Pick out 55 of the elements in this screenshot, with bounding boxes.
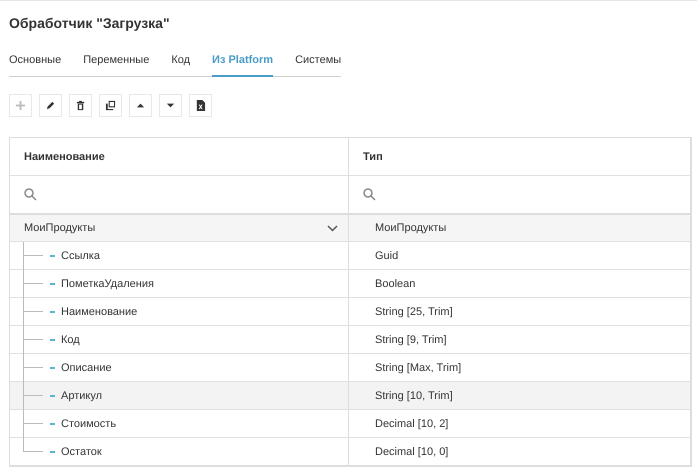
table-cell: МоиПродукты [375,222,446,234]
table-row[interactable]: Остаток Decimal [10, 0] [10,438,691,466]
toolbar-button[interactable] [189,94,212,117]
search-icon [363,188,376,201]
tree-node[interactable]: Код [61,334,80,346]
table-cell: String [25, Trim] [375,306,453,318]
table-cell: String [9, Trim] [375,334,447,346]
table-cell: Decimal [10, 2] [375,418,448,430]
tree-node[interactable]: Остаток [61,446,102,458]
table-cell: Decimal [10, 0] [375,446,448,458]
tab[interactable]: Переменные [83,54,150,77]
tree-node[interactable]: ПометкаУдаления [61,278,154,290]
dash-icon [50,310,55,312]
toolbar-button[interactable] [69,94,92,117]
toolbar-button[interactable] [99,94,122,117]
tree-node[interactable]: МоиПродукты [24,222,96,234]
plus-icon [15,100,26,111]
table-row[interactable]: Наименование String [25, Trim] [10,298,691,326]
tab[interactable]: Основные [9,54,62,77]
tab[interactable]: Код [171,54,190,77]
table-cell: String [10, Trim] [375,390,453,402]
table-row[interactable]: Ссылка Guid [10,242,691,270]
toolbar-button[interactable] [159,94,182,117]
table-row[interactable]: Артикул String [10, Trim] [10,382,691,410]
copy-icon [105,100,116,111]
column-header: Тип [363,150,383,162]
table-row[interactable]: ПометкаУдаления Boolean [10,270,691,298]
dash-icon [50,450,55,452]
table-row[interactable]: Описание String [Max, Trim] [10,354,691,382]
toolbar-button[interactable] [129,94,152,117]
tree-node[interactable]: Артикул [61,390,102,402]
tree-node[interactable]: Описание [61,362,112,374]
chevron-icon[interactable] [327,224,338,232]
tab[interactable]: Системы [295,54,342,77]
dash-icon [50,282,55,284]
table-row[interactable]: Стоимость Decimal [10, 2] [10,410,691,438]
tree-node[interactable]: Ссылка [61,250,100,262]
search-icon [24,188,37,201]
excel-file-icon [195,100,206,111]
pencil-icon [45,100,56,111]
table-cell: Guid [375,250,398,262]
tree-node[interactable]: Наименование [61,306,138,318]
tree-node[interactable]: Стоимость [61,418,116,430]
dash-icon [50,422,55,424]
column-header: Наименование [24,150,105,162]
dash-icon [50,254,55,256]
table-row[interactable]: Код String [9, Trim] [10,326,691,354]
dash-icon [50,338,55,340]
dash-icon [50,366,55,368]
table-cell: String [Max, Trim] [375,362,462,374]
table-cell: Boolean [375,278,416,290]
dash-icon [50,394,55,396]
trash-icon [75,100,86,111]
toolbar-button[interactable] [39,94,62,117]
page-title: Обработчик "Загрузка" [9,15,171,33]
